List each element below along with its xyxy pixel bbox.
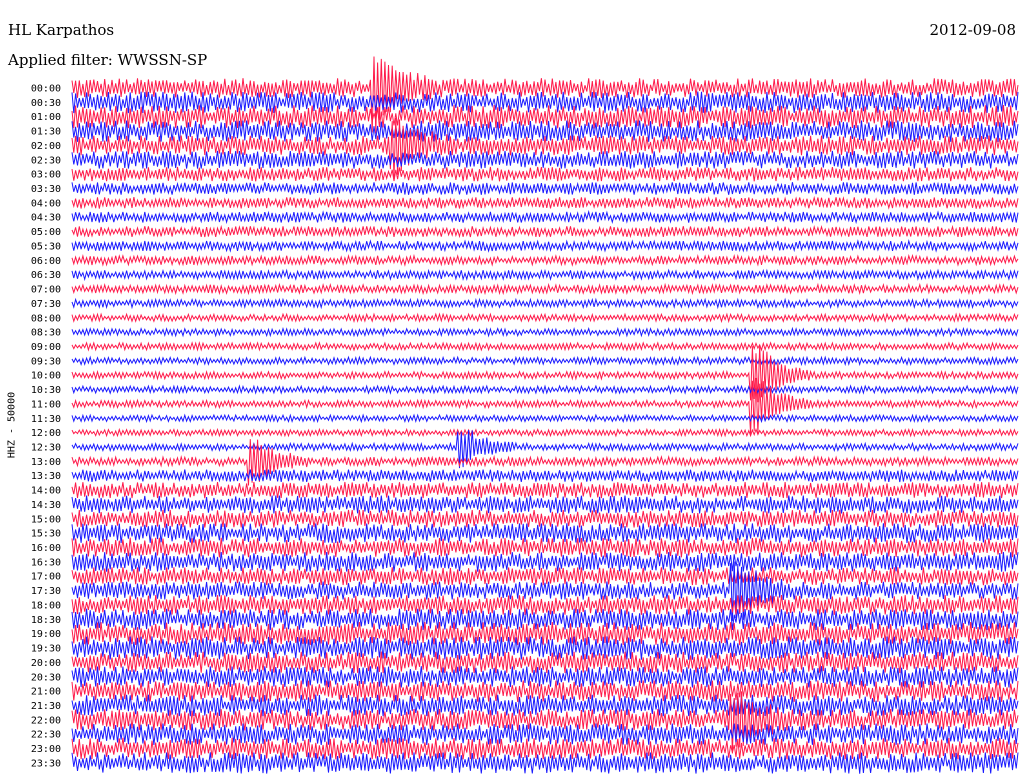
trace-row-1930 [71,636,1019,660]
row-label: 11:00 [31,399,61,410]
row-label: 04:00 [31,198,61,209]
row-label: 10:30 [31,385,61,396]
trace-row-0600 [71,253,1019,267]
trace-row-1130 [71,413,1019,424]
trace-row-0300 [71,166,1019,182]
row-label: 17:00 [31,572,61,583]
trace-row-0900 [71,340,1019,352]
trace-row-1200 [71,427,1019,438]
row-label: 12:00 [31,428,61,439]
row-label: 23:00 [31,744,61,755]
row-label: 06:30 [31,270,61,281]
trace-layer [71,56,1019,774]
trace-row-0930 [71,355,1019,367]
row-label: 20:00 [31,658,61,669]
row-label: 00:30 [31,98,61,109]
trace-row-2330 [71,752,1019,774]
row-label: 21:00 [31,687,61,698]
row-label: 08:30 [31,328,61,339]
trace-row-0430 [71,209,1019,225]
trace-row-1430 [71,495,1019,514]
trace-row-0400 [71,195,1019,210]
row-label: 19:00 [31,629,61,640]
trace-row-0500 [71,224,1019,239]
row-label: 13:30 [31,471,61,482]
row-label: 06:00 [31,256,61,267]
row-label: 21:30 [31,701,61,712]
trace-row-1630 [71,551,1019,572]
row-label: 11:30 [31,414,61,425]
row-label: 23:30 [31,758,61,769]
trace-row-0330 [71,181,1019,195]
trace-row-0000 [71,56,1019,134]
row-label: 14:30 [31,500,61,511]
row-label: 17:30 [31,586,61,597]
row-label: 16:00 [31,543,61,554]
trace-row-0800 [71,312,1019,324]
row-label: 01:30 [31,127,61,138]
row-label: 18:00 [31,600,61,611]
trace-row-0830 [71,326,1019,338]
trace-row-1030 [71,384,1019,395]
row-label: 15:30 [31,529,61,540]
row-label: 09:30 [31,356,61,367]
row-label: 18:30 [31,615,61,626]
row-label: 12:30 [31,443,61,454]
trace-row-0630 [71,268,1019,282]
row-label-layer: 00:00 00:30 01:00 01:30 02:00 02:30 03:00 03:30… [31,84,61,770]
trace-row-2230 [71,723,1019,745]
row-label: 05:00 [31,227,61,238]
row-label: 05:30 [31,241,61,252]
row-label: 02:00 [31,141,61,152]
trace-row-1230 [71,429,1019,469]
trace-row-2300 [71,737,1019,760]
row-label: 03:30 [31,184,61,195]
row-label: 20:30 [31,672,61,683]
row-label: 03:00 [31,170,61,181]
trace-row-1900 [71,621,1019,646]
trace-row-1700 [71,567,1019,586]
helicorder-plot: 00:00 00:30 01:00 01:30 02:00 02:30 03:00 03:30… [31,56,1019,774]
row-label: 00:00 [31,84,61,95]
trace-row-1400 [71,481,1019,499]
trace-row-0230 [71,150,1019,169]
row-label: 13:00 [31,457,61,468]
row-label: 02:30 [31,155,61,166]
row-label: 15:00 [31,514,61,525]
row-label: 16:30 [31,557,61,568]
row-label: 10:00 [31,371,61,382]
row-label: 14:00 [31,486,61,497]
row-label: 08:00 [31,313,61,324]
trace-row-0700 [71,282,1019,296]
trace-row-1000 [71,345,1019,403]
row-label: 07:30 [31,299,61,310]
trace-row-1330 [71,469,1019,483]
row-label: 09:00 [31,342,61,353]
row-label: 22:00 [31,715,61,726]
row-label: 22:30 [31,730,61,741]
row-label: 19:30 [31,644,61,655]
trace-row-0530 [71,239,1019,253]
row-label: 04:30 [31,213,61,224]
row-label: 07:00 [31,285,61,296]
row-label: 01:00 [31,112,61,123]
trace-row-0730 [71,297,1019,310]
